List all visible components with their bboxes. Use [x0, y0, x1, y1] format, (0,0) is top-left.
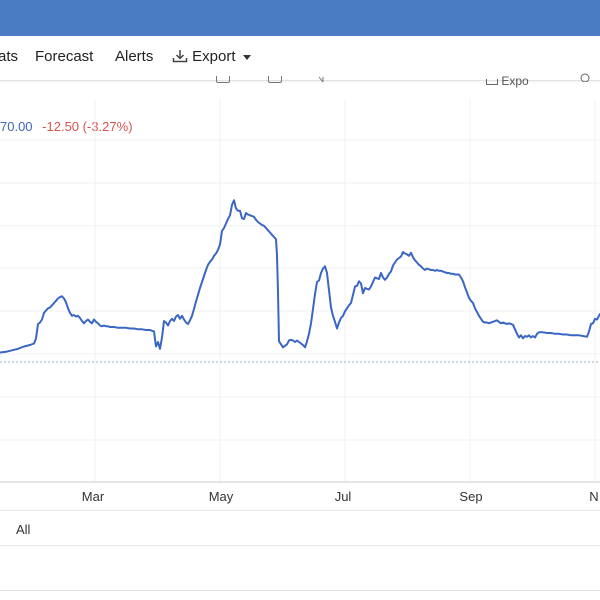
x-tick-label: May — [209, 489, 234, 504]
price-chart[interactable]: Mar May Jul Sep N — [0, 0, 600, 510]
x-tick-label: Jul — [335, 489, 352, 504]
x-tick-label: Sep — [459, 489, 482, 504]
x-tick-label: N — [589, 489, 598, 504]
footer-divider — [0, 590, 600, 591]
x-axis-ticks: Mar May Jul Sep N — [82, 489, 599, 504]
series-line — [0, 199, 600, 354]
chart-grid — [0, 100, 600, 483]
range-selector: All — [0, 510, 600, 546]
range-all-button[interactable]: All — [16, 522, 30, 537]
x-tick-label: Mar — [82, 489, 105, 504]
